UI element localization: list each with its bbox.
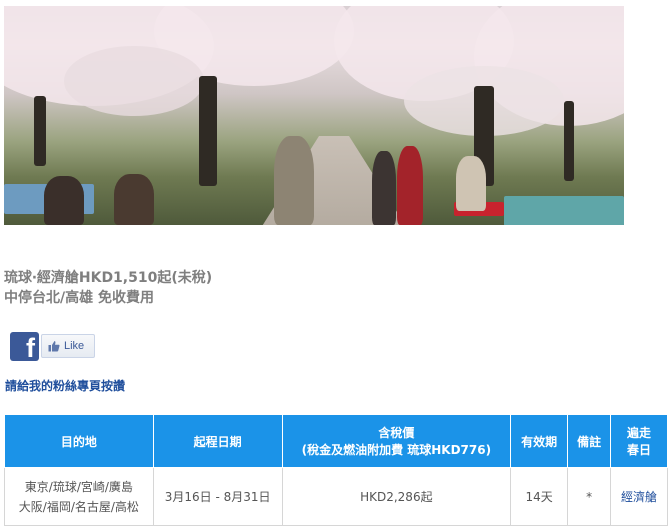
promo-text: 琉球‧經濟艙HKD1,510起(未稅) 中停台北/高雄 免收費用: [4, 268, 212, 308]
header-spring-line2: 春日: [627, 443, 652, 457]
fare-table: 目的地 起程日期 含稅價 (稅金及燃油附加費 琉球HKD776) 有效期 備註 …: [4, 414, 668, 526]
header-spring-line1: 遍走: [627, 426, 652, 440]
header-tax-price-note: (稅金及燃油附加費 琉球HKD776): [301, 443, 492, 457]
destination-line1: 東京/琉球/宮崎/廣島: [24, 479, 133, 494]
promo-headline: 琉球‧經濟艙HKD1,510起(未稅): [4, 270, 213, 286]
cell-tax-price: HKD2,286起: [281, 467, 512, 526]
cherry-blossom-banner-image: [4, 6, 624, 225]
header-departure-date: 起程日期: [152, 414, 283, 468]
header-spring: 遍走 春日: [610, 414, 668, 468]
cell-destination: 東京/琉球/宮崎/廣島 大阪/福岡/名古屋/高松: [4, 467, 154, 526]
cell-remarks: *: [567, 467, 612, 526]
destination-line2: 大阪/福岡/名古屋/高松: [18, 499, 139, 514]
fan-page-like-link[interactable]: 請給我的粉絲專頁按讚: [5, 377, 125, 394]
header-destination: 目的地: [4, 414, 154, 468]
facebook-like-button[interactable]: Like: [41, 334, 95, 358]
facebook-logo-icon[interactable]: f: [10, 332, 39, 361]
table-row: 東京/琉球/宮崎/廣島 大阪/福岡/名古屋/高松 3月16日 - 8月31日 H…: [4, 467, 668, 526]
cell-validity: 14天: [510, 467, 569, 526]
economy-class-link[interactable]: 經濟艙: [621, 490, 657, 504]
fare-table-header-row: 目的地 起程日期 含稅價 (稅金及燃油附加費 琉球HKD776) 有效期 備註 …: [4, 414, 668, 468]
header-remarks: 備註: [567, 414, 612, 468]
promo-subline: 中停台北/高雄 免收費用: [4, 290, 154, 306]
like-button-label: Like: [64, 340, 85, 352]
cell-spring: 經濟艙: [610, 467, 668, 526]
header-validity: 有效期: [510, 414, 569, 468]
thumbs-up-icon: [48, 341, 60, 352]
header-tax-price: 含稅價 (稅金及燃油附加費 琉球HKD776): [281, 414, 512, 468]
cell-departure-date: 3月16日 - 8月31日: [152, 467, 283, 526]
header-tax-price-title: 含稅價: [378, 426, 415, 440]
